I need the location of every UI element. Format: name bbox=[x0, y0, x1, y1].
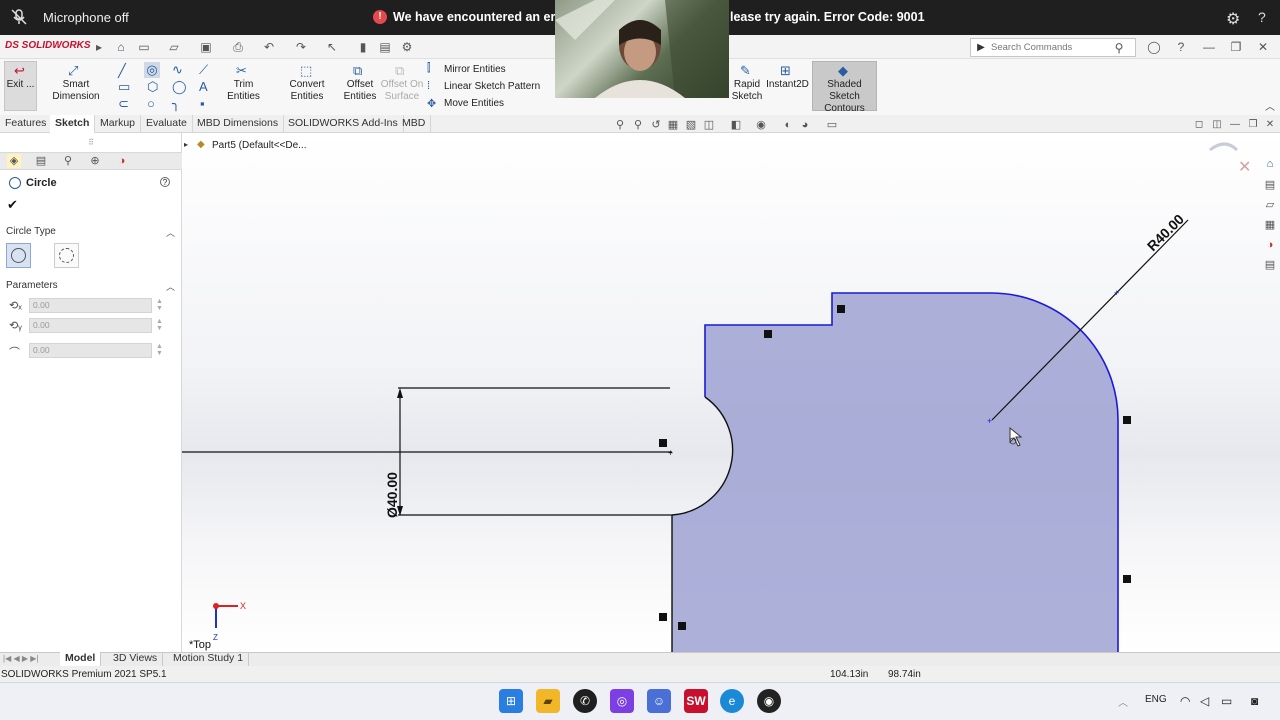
task-pane-home-icon[interactable]: ⌂ bbox=[1263, 157, 1277, 171]
relation-marker-icon bbox=[678, 622, 686, 630]
relation-marker-icon bbox=[659, 613, 667, 621]
status-bar bbox=[0, 666, 1280, 682]
clipchamp-icon[interactable]: ◎ bbox=[610, 689, 634, 713]
tab-model[interactable]: Model bbox=[60, 652, 102, 666]
relation-marker-icon bbox=[1123, 416, 1131, 424]
cursor-y-coordinate: 98.74in bbox=[888, 669, 921, 680]
custom-properties-icon[interactable]: ▤ bbox=[1263, 258, 1277, 272]
appearances-icon[interactable]: ◑ bbox=[1263, 238, 1277, 252]
center-point-icon: + bbox=[987, 416, 992, 426]
product-version: SOLIDWORKS Premium 2021 SP5.1 bbox=[1, 669, 167, 680]
relation-marker-icon bbox=[1123, 575, 1131, 583]
view-palette-icon[interactable]: ▦ bbox=[1263, 218, 1277, 232]
radius-dimension-text[interactable]: R40.00 bbox=[1144, 211, 1187, 254]
cancel-sketch-icon[interactable]: ✕ bbox=[1238, 159, 1251, 176]
view-orientation-label: *Top bbox=[189, 639, 211, 651]
tab-motion-study[interactable]: Motion Study 1 bbox=[168, 652, 250, 666]
file-explorer-taskbar-icon[interactable]: ▰ bbox=[536, 689, 560, 713]
volume-icon[interactable]: ◁ bbox=[1200, 694, 1209, 708]
language-indicator[interactable]: ENG bbox=[1145, 694, 1167, 705]
notifications-icon[interactable]: ◙ bbox=[1251, 694, 1258, 708]
whatsapp-icon[interactable]: ✆ bbox=[573, 689, 597, 713]
battery-icon[interactable]: ▭ bbox=[1221, 694, 1232, 708]
edge-browser-icon[interactable]: e bbox=[720, 689, 744, 713]
triad-z-label: Z bbox=[213, 633, 218, 642]
windows-taskbar bbox=[0, 682, 1280, 720]
relation-marker-icon bbox=[659, 439, 667, 447]
sketch-shaded-region bbox=[672, 293, 1118, 652]
cursor-x-coordinate: 104.13in bbox=[830, 669, 869, 680]
relation-marker-icon bbox=[764, 330, 772, 338]
solidworks-taskbar-icon[interactable]: SW bbox=[684, 689, 708, 713]
triad-x-label: X bbox=[240, 601, 246, 611]
file-explorer-icon[interactable]: ▱ bbox=[1263, 198, 1277, 212]
diameter-dimension-text[interactable]: Ø40.00 bbox=[384, 472, 400, 518]
tray-chevron-icon[interactable]: ︿ bbox=[1118, 694, 1128, 709]
design-library-icon[interactable]: ▤ bbox=[1263, 178, 1277, 192]
confirmation-corner-icon[interactable] bbox=[1209, 142, 1239, 152]
tab-3d-views[interactable]: 3D Views bbox=[108, 652, 164, 666]
triad-origin bbox=[213, 603, 219, 609]
tab-scroll-arrows-icon[interactable]: |◀ ◀ ▶ ▶| bbox=[3, 652, 53, 666]
obs-icon[interactable]: ◉ bbox=[757, 689, 781, 713]
sketch-drawing: Ø40.00 R40.00 + + + X Z *Top ✕ bbox=[182, 142, 1251, 652]
windows-start-icon[interactable]: ⊞ bbox=[499, 689, 523, 713]
relation-marker-icon bbox=[837, 305, 845, 313]
endpoint-icon: + bbox=[668, 448, 673, 458]
teams-icon[interactable]: ☺ bbox=[647, 689, 671, 713]
endpoint-icon: + bbox=[1114, 288, 1119, 298]
wifi-icon[interactable]: ◠ bbox=[1180, 694, 1190, 708]
dimension-arrow-icon bbox=[397, 388, 403, 398]
